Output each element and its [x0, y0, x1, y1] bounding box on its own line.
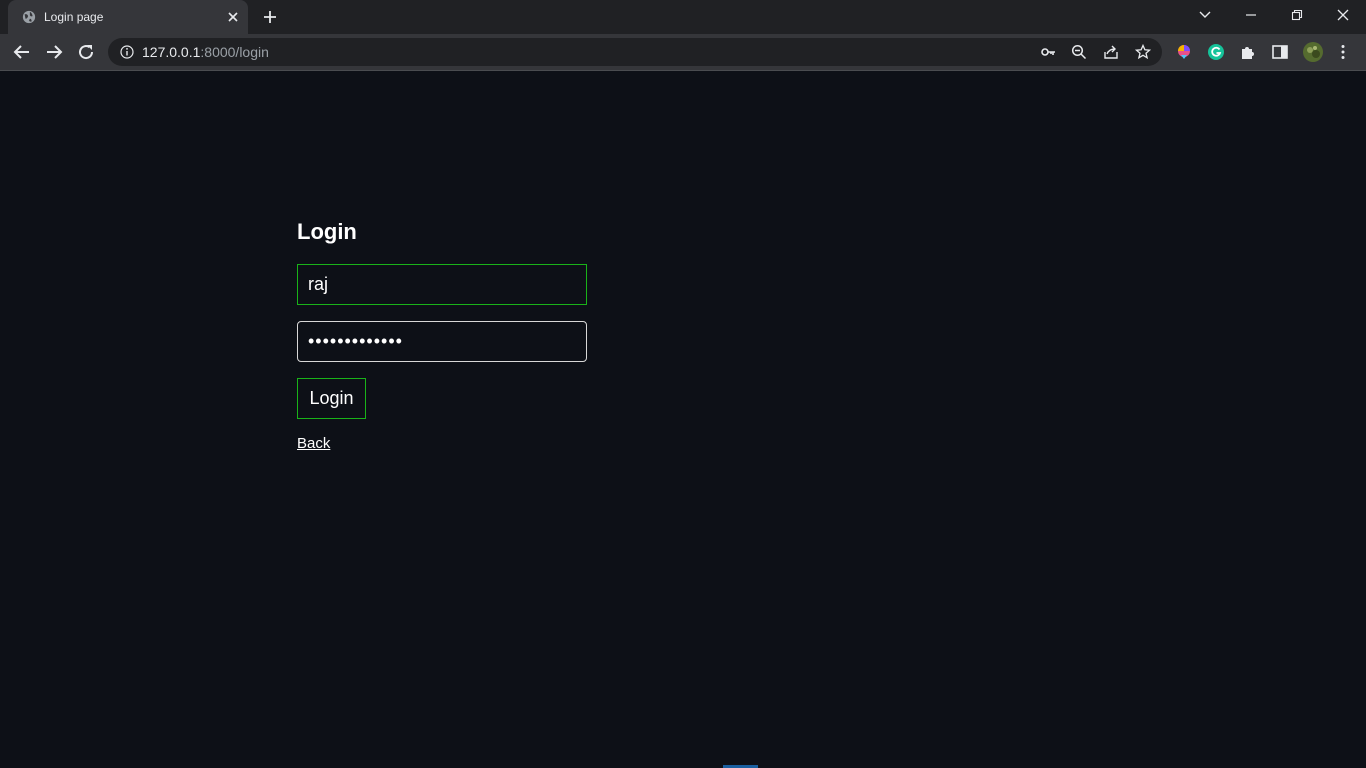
minimize-icon — [1246, 14, 1256, 16]
tab-strip: Login page — [0, 0, 1366, 34]
browser-toolbar: 127.0.0.1:8000/login — [0, 34, 1366, 70]
back-button[interactable] — [10, 40, 34, 64]
share-icon[interactable] — [1103, 44, 1119, 60]
login-button[interactable]: Login — [297, 378, 366, 419]
page-content: Login Login Back — [0, 71, 1366, 768]
close-icon[interactable] — [226, 10, 240, 24]
star-icon[interactable] — [1135, 44, 1151, 60]
username-input[interactable] — [297, 264, 587, 305]
grammarly-icon[interactable] — [1207, 43, 1225, 61]
reload-icon — [79, 45, 94, 60]
puzzle-icon[interactable] — [1239, 43, 1257, 61]
minimize-button[interactable] — [1228, 0, 1274, 30]
password-input[interactable] — [297, 321, 587, 362]
url-path: :8000/login — [200, 44, 269, 60]
close-icon — [1337, 9, 1349, 21]
url-host: 127.0.0.1 — [142, 44, 201, 60]
more-options-icon[interactable] — [1334, 43, 1352, 61]
restore-icon — [1291, 9, 1303, 21]
forward-button[interactable] — [42, 40, 66, 64]
side-panel-icon[interactable] — [1271, 43, 1289, 61]
browser-tab[interactable]: Login page — [8, 0, 248, 34]
chevron-down-icon — [1199, 11, 1211, 18]
zoom-out-icon[interactable] — [1071, 44, 1087, 60]
restore-button[interactable] — [1274, 0, 1320, 30]
back-link[interactable]: Back — [297, 435, 330, 452]
page-title: Login — [297, 219, 357, 244]
avatar[interactable] — [1302, 41, 1324, 63]
globe-icon — [22, 10, 36, 24]
window-close-button[interactable] — [1320, 0, 1366, 30]
tab-title: Login page — [44, 10, 104, 24]
arrow-left-icon — [13, 45, 29, 59]
arrow-right-icon — [47, 45, 63, 59]
extension-colorful-icon[interactable] — [1175, 43, 1193, 61]
url-text[interactable]: 127.0.0.1:8000/login — [142, 45, 269, 59]
tab-search-button[interactable] — [1182, 0, 1228, 30]
reload-button[interactable] — [74, 40, 98, 64]
info-icon[interactable] — [120, 45, 134, 59]
address-bar[interactable]: 127.0.0.1:8000/login — [108, 38, 1162, 66]
key-icon[interactable] — [1040, 44, 1056, 60]
new-tab-icon[interactable] — [260, 7, 280, 27]
